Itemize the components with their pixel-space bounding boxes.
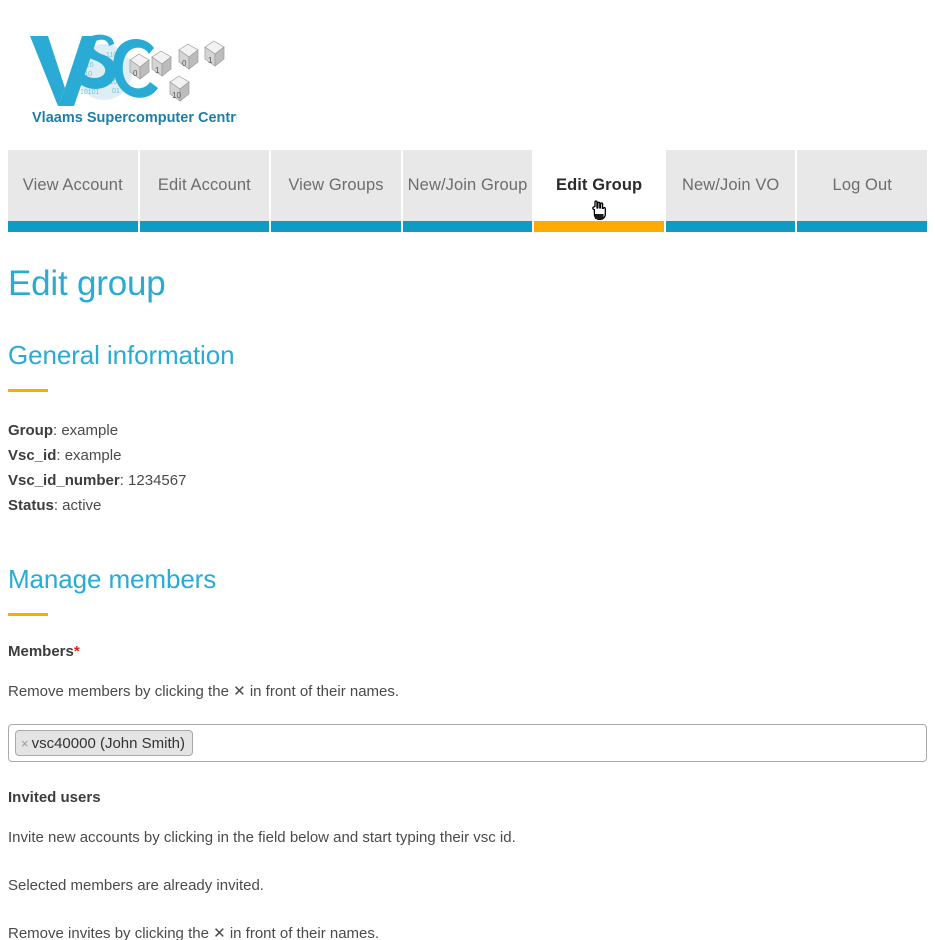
info-row: Group: example: [8, 418, 927, 443]
general-information-list: Group: example Vsc_id: example Vsc_id_nu…: [8, 418, 927, 518]
nav-item-view-groups[interactable]: View Groups: [271, 150, 403, 232]
nav-item-edit-group[interactable]: Edit Group: [534, 150, 666, 232]
required-asterisk: *: [73, 643, 80, 660]
invited-users-help-text-1: Invite new accounts by clicking in the f…: [8, 829, 516, 846]
manage-members-heading: Manage members: [8, 564, 217, 594]
info-key: Group: [8, 422, 53, 439]
svg-text:0: 0: [133, 69, 138, 78]
info-value: : example: [53, 422, 119, 439]
main-content: Edit group General information Group: ex…: [0, 264, 935, 940]
nav-label: New/Join VO: [681, 176, 780, 194]
member-tag-label: vsc40000 (John Smith): [31, 734, 185, 752]
page-title: Edit group: [8, 264, 166, 303]
info-value: : 1234567: [119, 472, 187, 489]
invited-users-help-text-2: Selected members are already invited.: [8, 877, 264, 894]
manage-members-section: Manage members: [8, 564, 927, 616]
svg-text:10: 10: [172, 91, 181, 100]
info-row: Vsc_id: example: [8, 443, 927, 468]
nav-item-new-join-group[interactable]: New/Join Group: [402, 150, 535, 232]
nav-label: Edit Account: [157, 176, 251, 194]
nav-label: Log Out: [832, 176, 892, 194]
info-key: Vsc_id: [8, 447, 57, 464]
svg-text:0: 0: [182, 59, 187, 68]
svg-text:10101: 10101: [80, 89, 100, 96]
info-key: Status: [8, 497, 54, 514]
members-field-label: Members*: [8, 643, 927, 660]
info-row: Status: active: [8, 493, 927, 518]
page-header: 1010110 101010 011001 1010110 1010101 0: [0, 0, 935, 150]
svg-text:1: 1: [208, 56, 213, 65]
nav-item-log-out[interactable]: Log Out: [797, 150, 928, 232]
nav-item-edit-account[interactable]: Edit Account: [139, 150, 272, 232]
heading-accent-bar: [8, 613, 48, 616]
info-row: Vsc_id_number: 1234567: [8, 468, 927, 493]
logo-tagline: Vlaams Supercomputer Centrum: [32, 110, 237, 126]
vsc-logo: 1010110 101010 011001 1010110 1010101 0: [22, 26, 237, 126]
nav-label: New/Join Group: [407, 176, 528, 194]
invited-users-help-text-3: Remove invites by clicking the ✕ in fron…: [8, 925, 380, 940]
general-information-section: General information: [8, 340, 927, 392]
hand-cursor-icon: [590, 200, 608, 221]
nav-label: View Groups: [288, 176, 384, 194]
nav-item-view-account[interactable]: View Account: [8, 150, 140, 232]
svg-text:01: 01: [112, 88, 120, 95]
info-value: : active: [53, 497, 102, 514]
member-tag[interactable]: × vsc40000 (John Smith): [15, 730, 193, 756]
heading-accent-bar: [8, 389, 48, 392]
members-help-text: Remove members by clicking the ✕ in fron…: [8, 683, 400, 700]
members-label-text: Members: [8, 643, 74, 660]
invited-users-label: Invited users: [8, 789, 101, 806]
info-value: : example: [56, 447, 122, 464]
svg-text:1: 1: [155, 66, 160, 75]
nav-label: Edit Group: [555, 176, 643, 194]
members-select-field[interactable]: × vsc40000 (John Smith): [8, 724, 927, 762]
main-navigation: View Account Edit Account View Groups Ne…: [0, 150, 935, 232]
nav-item-new-join-vo[interactable]: New/Join VO: [665, 150, 798, 232]
nav-label: View Account: [22, 176, 123, 194]
general-information-heading: General information: [8, 340, 235, 370]
remove-member-icon[interactable]: ×: [21, 737, 29, 750]
info-key: Vsc_id_number: [8, 472, 120, 489]
